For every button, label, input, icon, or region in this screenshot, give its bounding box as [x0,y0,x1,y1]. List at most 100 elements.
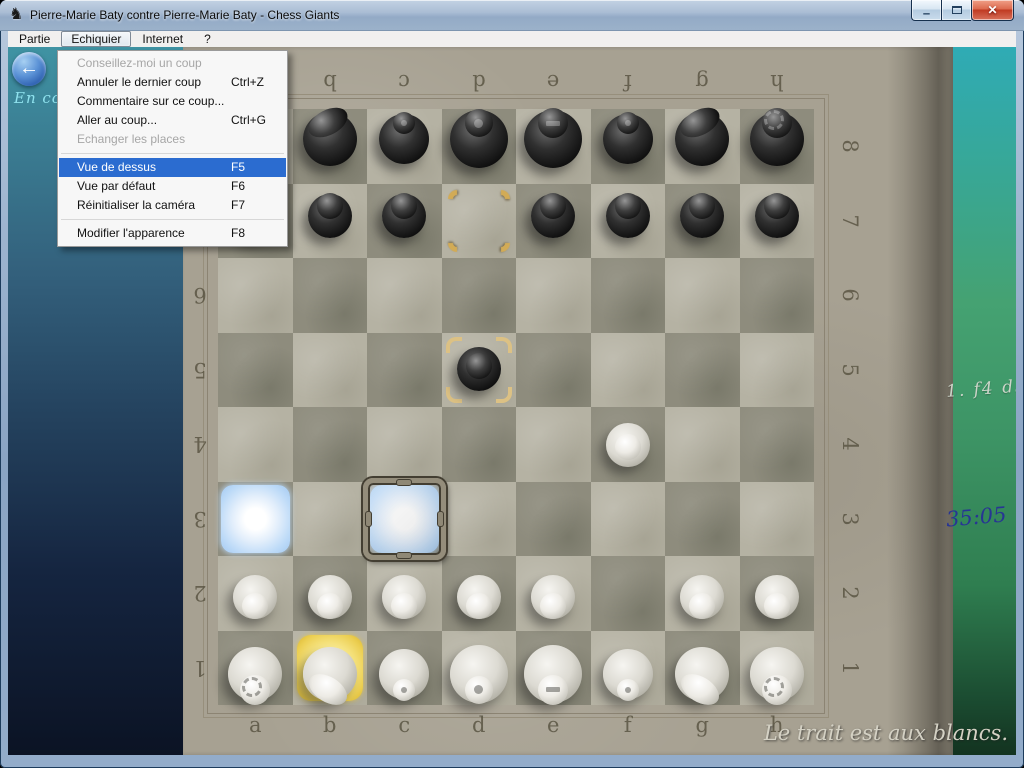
square-d4[interactable] [442,407,517,482]
piece-black-pawn-h7[interactable] [755,194,799,238]
menu-item-commentaire-sur-ce-coup[interactable]: Commentaire sur ce coup... [59,92,286,111]
back-button[interactable]: ← [12,52,46,86]
rank-label-3-left: 3 [185,506,215,532]
piece-black-pawn-e7[interactable] [531,194,575,238]
frame-ornament [397,480,411,485]
rook-crenellation [764,677,784,697]
square-g3[interactable] [665,482,740,557]
piece-black-bishop-f8[interactable] [603,114,653,164]
frame-ornament [438,512,443,526]
piece-black-bishop-c8[interactable] [379,114,429,164]
piece-white-rook-h1[interactable] [750,647,804,701]
menu-item-vue-de-dessus[interactable]: Vue de dessus F5 [59,158,286,177]
piece-white-pawn-g2[interactable] [680,575,724,619]
piece-black-pawn-f7[interactable] [606,194,650,238]
maximize-icon [952,6,962,14]
back-arrow-icon: ← [19,57,39,79]
square-f3[interactable] [591,482,666,557]
menu-item-r-initialiser-la-cam-ra[interactable]: Réinitialiser la caméraF7 [59,196,286,215]
square-h4[interactable] [740,407,815,482]
square-a4[interactable] [218,407,293,482]
menu-item-label: Vue de dessus [77,160,156,174]
file-label-d-top: d [464,69,494,95]
pawn-head [689,193,715,219]
pawn-head [689,593,715,619]
move-target-highlight-a3 [221,485,290,554]
square-a6[interactable] [218,258,293,333]
square-d6[interactable] [442,258,517,333]
menu-item-shortcut: Ctrl+Z [231,73,264,92]
close-button[interactable]: ✕ [971,0,1014,21]
square-c4[interactable] [367,407,442,482]
square-e6[interactable] [516,258,591,333]
square-h6[interactable] [740,258,815,333]
piece-black-queen-d8[interactable] [450,110,508,168]
menubar-item-partie[interactable]: Partie [9,31,60,47]
file-label-b-top: b [315,69,345,95]
piece-white-pawn-h2[interactable] [755,575,799,619]
piece-white-king-e1[interactable] [524,645,582,703]
square-b5[interactable] [293,333,368,408]
maximize-button[interactable] [941,0,971,21]
piece-white-rook-a1[interactable] [228,647,282,701]
square-e5[interactable] [516,333,591,408]
square-b3[interactable] [293,482,368,557]
minimize-button[interactable]: – [911,0,941,21]
piece-white-pawn-f4[interactable] [606,423,650,467]
piece-white-knight-g1[interactable] [675,647,729,701]
rank-label-5-right: 5 [837,355,863,385]
pawn-head [391,593,417,619]
piece-white-pawn-e2[interactable] [531,575,575,619]
menu-item-annuler-le-dernier-coup[interactable]: Annuler le dernier coup Ctrl+Z [59,73,286,92]
window-title: Pierre-Marie Baty contre Pierre-Marie Ba… [30,8,339,22]
piece-black-king-e8[interactable] [524,110,582,168]
piece-white-bishop-f1[interactable] [603,649,653,699]
square-c5[interactable] [367,333,442,408]
square-d3[interactable] [442,482,517,557]
square-e3[interactable] [516,482,591,557]
pawn-head [764,193,790,219]
piece-white-queen-d1[interactable] [450,645,508,703]
square-g5[interactable] [665,333,740,408]
piece-white-bishop-c1[interactable] [379,649,429,699]
menu-item-shortcut: F5 [231,158,245,177]
square-g4[interactable] [665,407,740,482]
square-b6[interactable] [293,258,368,333]
menubar-item-echiquier[interactable]: Echiquier [61,31,131,47]
piece-black-rook-h8[interactable] [750,112,804,166]
menubar-item-?[interactable]: ? [194,31,221,47]
menubar-item-internet[interactable]: Internet [132,31,193,47]
menu-item-label: Vue par défaut [77,179,155,193]
piece-white-pawn-c2[interactable] [382,575,426,619]
piece-black-pawn-b7[interactable] [308,194,352,238]
square-e4[interactable] [516,407,591,482]
menu-item-modifier-l-apparence[interactable]: Modifier l'apparenceF8 [59,224,286,243]
menu-item-vue-par-d-faut[interactable]: Vue par défautF6 [59,177,286,196]
piece-white-pawn-d2[interactable] [457,575,501,619]
square-f6[interactable] [591,258,666,333]
square-f5[interactable] [591,333,666,408]
piece-black-pawn-g7[interactable] [680,194,724,238]
square-c6[interactable] [367,258,442,333]
piece-black-pawn-d5[interactable] [457,347,501,391]
square-h3[interactable] [740,482,815,557]
menu-item-label: Annuler le dernier coup [77,75,201,89]
piece-white-pawn-b2[interactable] [308,575,352,619]
square-h5[interactable] [740,333,815,408]
title-bar[interactable]: ♞ Pierre-Marie Baty contre Pierre-Marie … [0,0,1024,31]
menu-item-aller-au-coup[interactable]: Aller au coup...Ctrl+G [59,111,286,130]
piece-white-pawn-a2[interactable] [233,575,277,619]
rank-label-2-left: 2 [185,580,215,606]
piece-white-knight-b1[interactable] [303,647,357,701]
piece-black-knight-b8[interactable] [303,112,357,166]
file-label-g-top: g [687,69,717,95]
chess-board: aabbccddeeffgghh1122334455667788 [183,47,953,755]
rank-label-3-right: 3 [837,504,863,534]
square-g6[interactable] [665,258,740,333]
king-cross [546,121,560,126]
square-f2[interactable] [591,556,666,631]
square-a5[interactable] [218,333,293,408]
piece-black-pawn-c7[interactable] [382,194,426,238]
piece-black-knight-g8[interactable] [675,112,729,166]
square-b4[interactable] [293,407,368,482]
